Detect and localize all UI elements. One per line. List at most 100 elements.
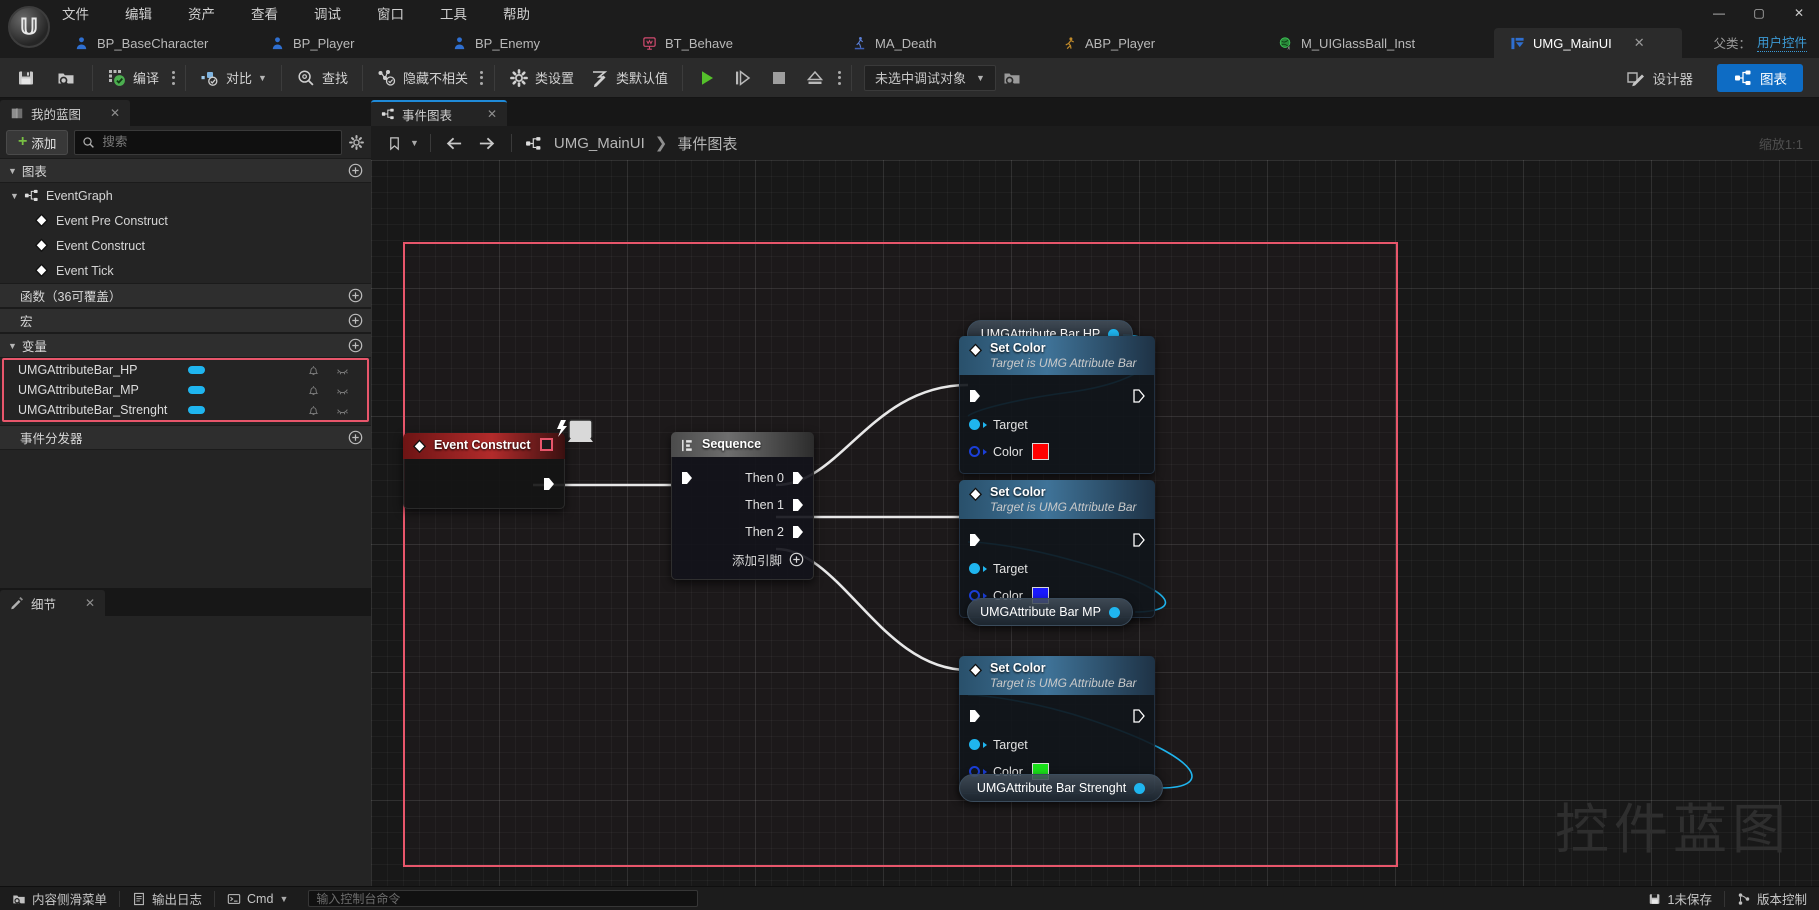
menu-item-file[interactable]: 文件 (58, 0, 93, 26)
exec-pin-icon[interactable] (1133, 533, 1145, 547)
section-functions[interactable]: 函数（36可覆盖） (0, 283, 371, 308)
asset-tab-ma-death[interactable]: MA_Death (836, 28, 1046, 58)
forward-button[interactable] (474, 131, 500, 155)
pin-target[interactable]: Target (960, 731, 1154, 758)
section-macros[interactable]: 宏 (0, 308, 371, 333)
add-pin-button[interactable]: 添加引脚 (672, 545, 813, 573)
minimize-button[interactable]: — (1699, 0, 1739, 26)
asset-tab-bp-enemy[interactable]: BP_Enemy (436, 28, 626, 58)
designer-mode-button[interactable]: 设计器 (1610, 64, 1710, 92)
node-set-color-hp[interactable]: Set Color Target is UMG Attribute Bar Ta… (959, 336, 1155, 474)
pin-exec-row[interactable] (960, 701, 1154, 731)
close-icon[interactable]: ✕ (85, 596, 95, 610)
struct-pin-icon[interactable] (969, 446, 980, 457)
exec-pin-icon[interactable] (969, 389, 981, 403)
asset-tab-bp-player[interactable]: BP_Player (254, 28, 436, 58)
debug-browse-button[interactable] (996, 62, 1028, 94)
exec-pin-icon[interactable] (681, 471, 693, 485)
pin-target[interactable]: Target (960, 555, 1154, 582)
eject-button[interactable] (797, 62, 833, 94)
node-event-construct[interactable]: Event Construct (403, 433, 565, 509)
debug-object-select[interactable]: 未选中调试对象 ▼ (864, 64, 996, 91)
search-box[interactable] (74, 129, 342, 155)
close-icon[interactable]: ✕ (487, 107, 497, 121)
pin-color[interactable]: Color (960, 438, 1154, 465)
node-get-var-strength[interactable]: UMGAttribute Bar Strenght (959, 774, 1163, 802)
variable-row-mp[interactable]: UMGAttributeBar_MP (4, 380, 367, 400)
find-button[interactable]: 查找 (288, 62, 356, 94)
exec-pin-icon[interactable] (969, 533, 981, 547)
diff-button[interactable]: 对比 ▼ (192, 62, 275, 94)
tree-item-event-pre-construct[interactable]: Event Pre Construct (0, 208, 371, 233)
pin-then1[interactable]: Then 1 (672, 491, 813, 518)
add-graph-button[interactable] (348, 163, 363, 178)
section-variables[interactable]: ▼ 变量 (0, 333, 371, 358)
pin-exec-in-then0[interactable]: Then 0 (672, 464, 813, 491)
breadcrumb-asset[interactable]: UMG_MainUI (554, 135, 645, 152)
compile-button[interactable]: 编译 (99, 62, 167, 94)
compile-options-button[interactable] (167, 62, 179, 94)
unsaved-button[interactable]: 1未保存 (1636, 887, 1724, 910)
hide-unrelated-button[interactable]: 隐藏不相关 (369, 62, 476, 94)
graph-mode-button[interactable]: 图表 (1717, 63, 1803, 92)
eye-closed-icon[interactable] (336, 364, 349, 377)
exec-pin-icon[interactable] (792, 498, 804, 512)
variable-row-strength[interactable]: UMGAttributeBar_Strenght (4, 400, 367, 420)
pin-exec-row[interactable] (960, 525, 1154, 555)
console-command-box[interactable] (308, 890, 699, 907)
bell-icon[interactable] (307, 384, 320, 397)
menu-item-tools[interactable]: 工具 (436, 0, 471, 26)
section-event-dispatchers[interactable]: 事件分发器 (0, 425, 371, 450)
color-swatch-hp[interactable] (1031, 443, 1049, 460)
menu-item-help[interactable]: 帮助 (499, 0, 534, 26)
asset-tab-bp-basecharacter[interactable]: BP_BaseCharacter (58, 28, 254, 58)
stop-button[interactable] (761, 62, 797, 94)
exec-pin-icon[interactable] (792, 471, 804, 485)
add-variable-button[interactable] (348, 338, 363, 353)
play-options-button[interactable] (833, 62, 845, 94)
exec-pin-icon[interactable] (1133, 709, 1145, 723)
object-pin-icon[interactable] (969, 419, 980, 430)
asset-tab-bt-behave[interactable]: BT_Behave (626, 28, 836, 58)
variable-row-hp[interactable]: UMGAttributeBar_HP (4, 360, 367, 380)
chevron-down-icon[interactable]: ▼ (410, 138, 419, 148)
menu-item-window[interactable]: 窗口 (373, 0, 408, 26)
menu-item-debug[interactable]: 调试 (310, 0, 345, 26)
tree-item-event-tick[interactable]: Event Tick (0, 258, 371, 283)
blueprint-canvas[interactable]: 控件蓝图 Event Construct Sequence Then 0 The… (371, 160, 1819, 886)
exec-pin-icon[interactable] (543, 477, 555, 491)
add-button[interactable]: + 添加 (6, 129, 69, 155)
hide-unrelated-options-button[interactable] (476, 62, 488, 94)
pin-exec-row[interactable] (960, 381, 1154, 411)
bell-icon[interactable] (307, 404, 320, 417)
menu-item-asset[interactable]: 资产 (184, 0, 219, 26)
console-command-input[interactable] (316, 891, 691, 906)
object-pin-icon[interactable] (969, 563, 980, 574)
eye-closed-icon[interactable] (336, 384, 349, 397)
gear-icon[interactable] (348, 134, 365, 151)
bell-icon[interactable] (307, 364, 320, 377)
asset-tab-umg-mainui[interactable]: UMG_MainUI ✕ (1494, 28, 1682, 58)
tab-details[interactable]: 细节 ✕ (0, 590, 106, 616)
source-control-button[interactable]: 版本控制 (1725, 887, 1819, 910)
variable-output-pin-icon[interactable] (1108, 606, 1120, 618)
breadcrumb-graph[interactable]: 事件图表 (677, 133, 737, 154)
pin-exec-out[interactable] (404, 459, 564, 509)
browse-button[interactable] (46, 62, 86, 94)
play-button[interactable] (689, 62, 725, 94)
close-button[interactable]: ✕ (1779, 0, 1819, 26)
pin-then2[interactable]: Then 2 (672, 518, 813, 545)
menu-item-edit[interactable]: 编辑 (121, 0, 156, 26)
content-drawer-button[interactable]: 内容侧滑菜单 (0, 887, 119, 910)
tree-item-event-construct[interactable]: Event Construct (0, 233, 371, 258)
asset-tab-close-icon[interactable]: ✕ (1634, 35, 1645, 51)
step-button[interactable] (725, 62, 761, 94)
node-get-var-mp[interactable]: UMGAttribute Bar MP (967, 598, 1133, 626)
menu-item-view[interactable]: 查看 (247, 0, 282, 26)
asset-tab-abp-player[interactable]: ABP_Player (1046, 28, 1262, 58)
save-button[interactable] (6, 62, 46, 94)
back-button[interactable] (442, 131, 468, 155)
close-icon[interactable]: ✕ (110, 106, 120, 120)
maximize-button[interactable]: ▢ (1739, 0, 1779, 26)
asset-tab-m-uiglassball-inst[interactable]: x M_UIGlassBall_Inst (1262, 28, 1494, 58)
